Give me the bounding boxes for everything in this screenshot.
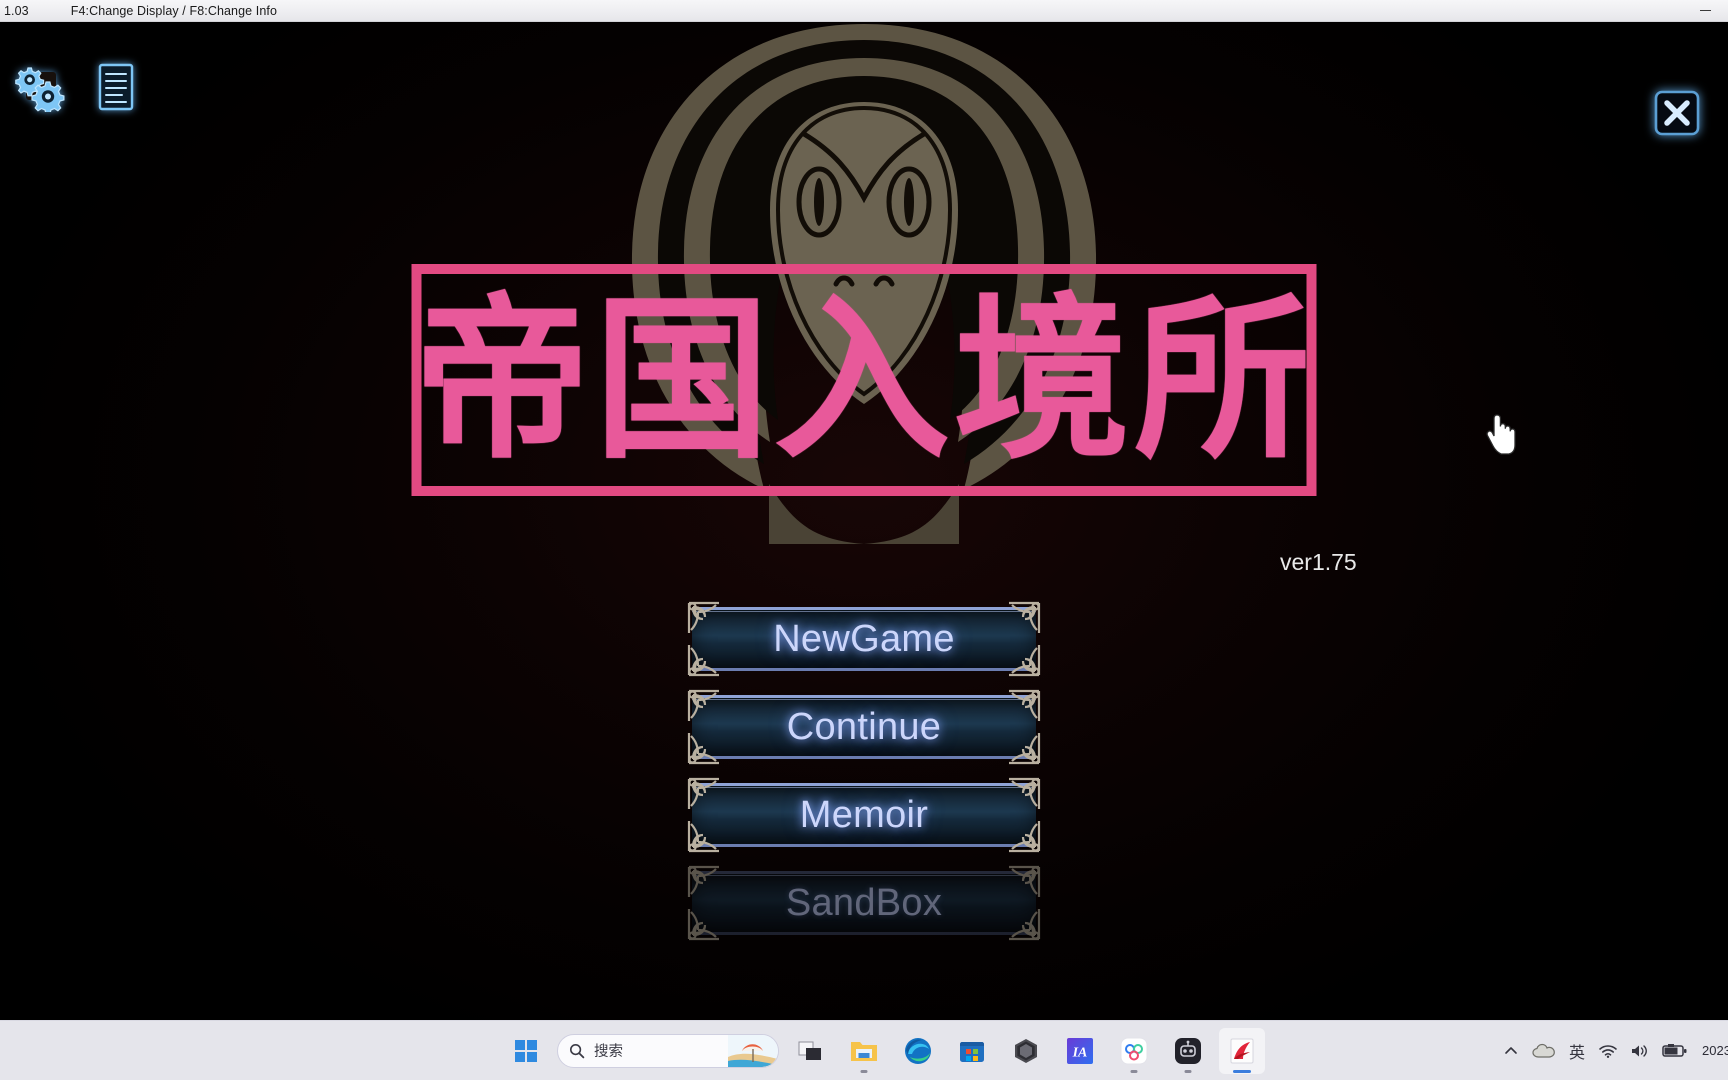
microsoft-edge-icon bbox=[905, 1037, 931, 1064]
menu-button-newgame[interactable]: NewGame bbox=[687, 601, 1041, 677]
running-indicator bbox=[1130, 1069, 1138, 1073]
taskbar-app-dark-hexagon[interactable] bbox=[1003, 1028, 1049, 1074]
notes-document-icon[interactable] bbox=[96, 62, 136, 112]
game-toolbar bbox=[12, 62, 136, 115]
system-tray: 英 2023 bbox=[1496, 1029, 1728, 1073]
running-indicator bbox=[1184, 1069, 1192, 1073]
onedrive-tray-button[interactable] bbox=[1526, 1029, 1562, 1073]
taskbar-app-microsoft-edge[interactable] bbox=[895, 1028, 941, 1074]
minimize-icon bbox=[1699, 9, 1711, 12]
window-titlebar: 1.03 F4:Change Display / F8:Change Info bbox=[0, 0, 1728, 22]
taskbar-app-task-view[interactable] bbox=[787, 1028, 833, 1074]
search-placeholder-text: 搜索 bbox=[594, 1044, 623, 1060]
volume-tray-button[interactable] bbox=[1624, 1029, 1656, 1073]
microsoft-store-icon bbox=[960, 1041, 984, 1062]
taskbar-center-group: 搜索 IA bbox=[505, 1027, 1496, 1074]
ime-indicator-button[interactable]: 英 bbox=[1562, 1029, 1592, 1073]
taskbar-app-microsoft-store[interactable] bbox=[949, 1028, 995, 1074]
hotkey-hint-label: F4:Change Display / F8:Change Info bbox=[70, 3, 278, 18]
battery-tray-button[interactable] bbox=[1656, 1029, 1694, 1073]
taskbar-app-dark-robot[interactable] bbox=[1165, 1028, 1211, 1074]
battery-icon bbox=[1662, 1043, 1687, 1057]
main-menu: NewGame Continue Memoir SandBox bbox=[687, 601, 1041, 941]
windows-taskbar: 搜索 IA 英 2023 bbox=[0, 1020, 1728, 1080]
hexagon-app-icon bbox=[1015, 1038, 1037, 1063]
taskbar-app-ia[interactable]: IA bbox=[1057, 1028, 1103, 1074]
robot-app-icon bbox=[1175, 1037, 1201, 1064]
taskbar-search-box[interactable]: 搜索 bbox=[557, 1033, 779, 1068]
menu-button-sandbox[interactable]: SandBox bbox=[687, 865, 1041, 941]
active-indicator bbox=[1233, 1069, 1251, 1073]
search-icon bbox=[569, 1043, 585, 1059]
menu-button-label: NewGame bbox=[773, 617, 955, 660]
game-title-text: 帝国入境所 bbox=[414, 276, 1315, 483]
settings-gears-icon[interactable] bbox=[12, 62, 66, 115]
mouse-cursor-pointer bbox=[1486, 414, 1516, 455]
task-view-icon bbox=[798, 1041, 821, 1060]
game-title-stamp: 帝国入境所 bbox=[411, 264, 1317, 496]
minimize-button[interactable] bbox=[1682, 0, 1728, 22]
menu-button-memoir[interactable]: Memoir bbox=[687, 777, 1041, 853]
start-button[interactable] bbox=[505, 1029, 547, 1073]
wifi-icon bbox=[1599, 1044, 1617, 1058]
quark-app-icon bbox=[1120, 1037, 1148, 1064]
search-highlight-thumbnail bbox=[728, 1034, 778, 1067]
network-tray-button[interactable] bbox=[1592, 1029, 1624, 1073]
taskbar-clock[interactable]: 2023 bbox=[1694, 1043, 1728, 1058]
svg-text:IA: IA bbox=[1072, 1045, 1088, 1060]
game-app-icon bbox=[1230, 1038, 1254, 1063]
windows-logo-icon bbox=[515, 1039, 537, 1062]
file-explorer-icon bbox=[851, 1041, 877, 1061]
taskbar-app-quark[interactable] bbox=[1111, 1028, 1157, 1074]
taskbar-app-game[interactable] bbox=[1219, 1027, 1265, 1074]
game-viewport: 帝国入境所 ver1.75 NewGame Continue Memoir Sa… bbox=[0, 22, 1728, 1020]
chevron-up-icon bbox=[1505, 1046, 1517, 1054]
app-version-label: 1.03 bbox=[4, 3, 29, 18]
menu-button-label: Continue bbox=[786, 705, 942, 748]
onedrive-cloud-icon bbox=[1532, 1043, 1555, 1058]
ia-app-icon: IA bbox=[1067, 1037, 1093, 1064]
show-hidden-icons-button[interactable] bbox=[1496, 1029, 1526, 1073]
stamp-inner: 帝国入境所 bbox=[414, 274, 1310, 486]
ime-label: 英 bbox=[1568, 1044, 1585, 1062]
close-button[interactable] bbox=[1654, 90, 1700, 136]
running-indicator bbox=[860, 1069, 868, 1073]
game-version-label: ver1.75 bbox=[1280, 549, 1357, 575]
taskbar-app-file-explorer[interactable] bbox=[841, 1028, 887, 1074]
menu-button-label: Memoir bbox=[799, 793, 929, 836]
menu-button-continue[interactable]: Continue bbox=[687, 689, 1041, 765]
volume-icon bbox=[1632, 1044, 1647, 1057]
menu-button-label: SandBox bbox=[785, 881, 943, 924]
